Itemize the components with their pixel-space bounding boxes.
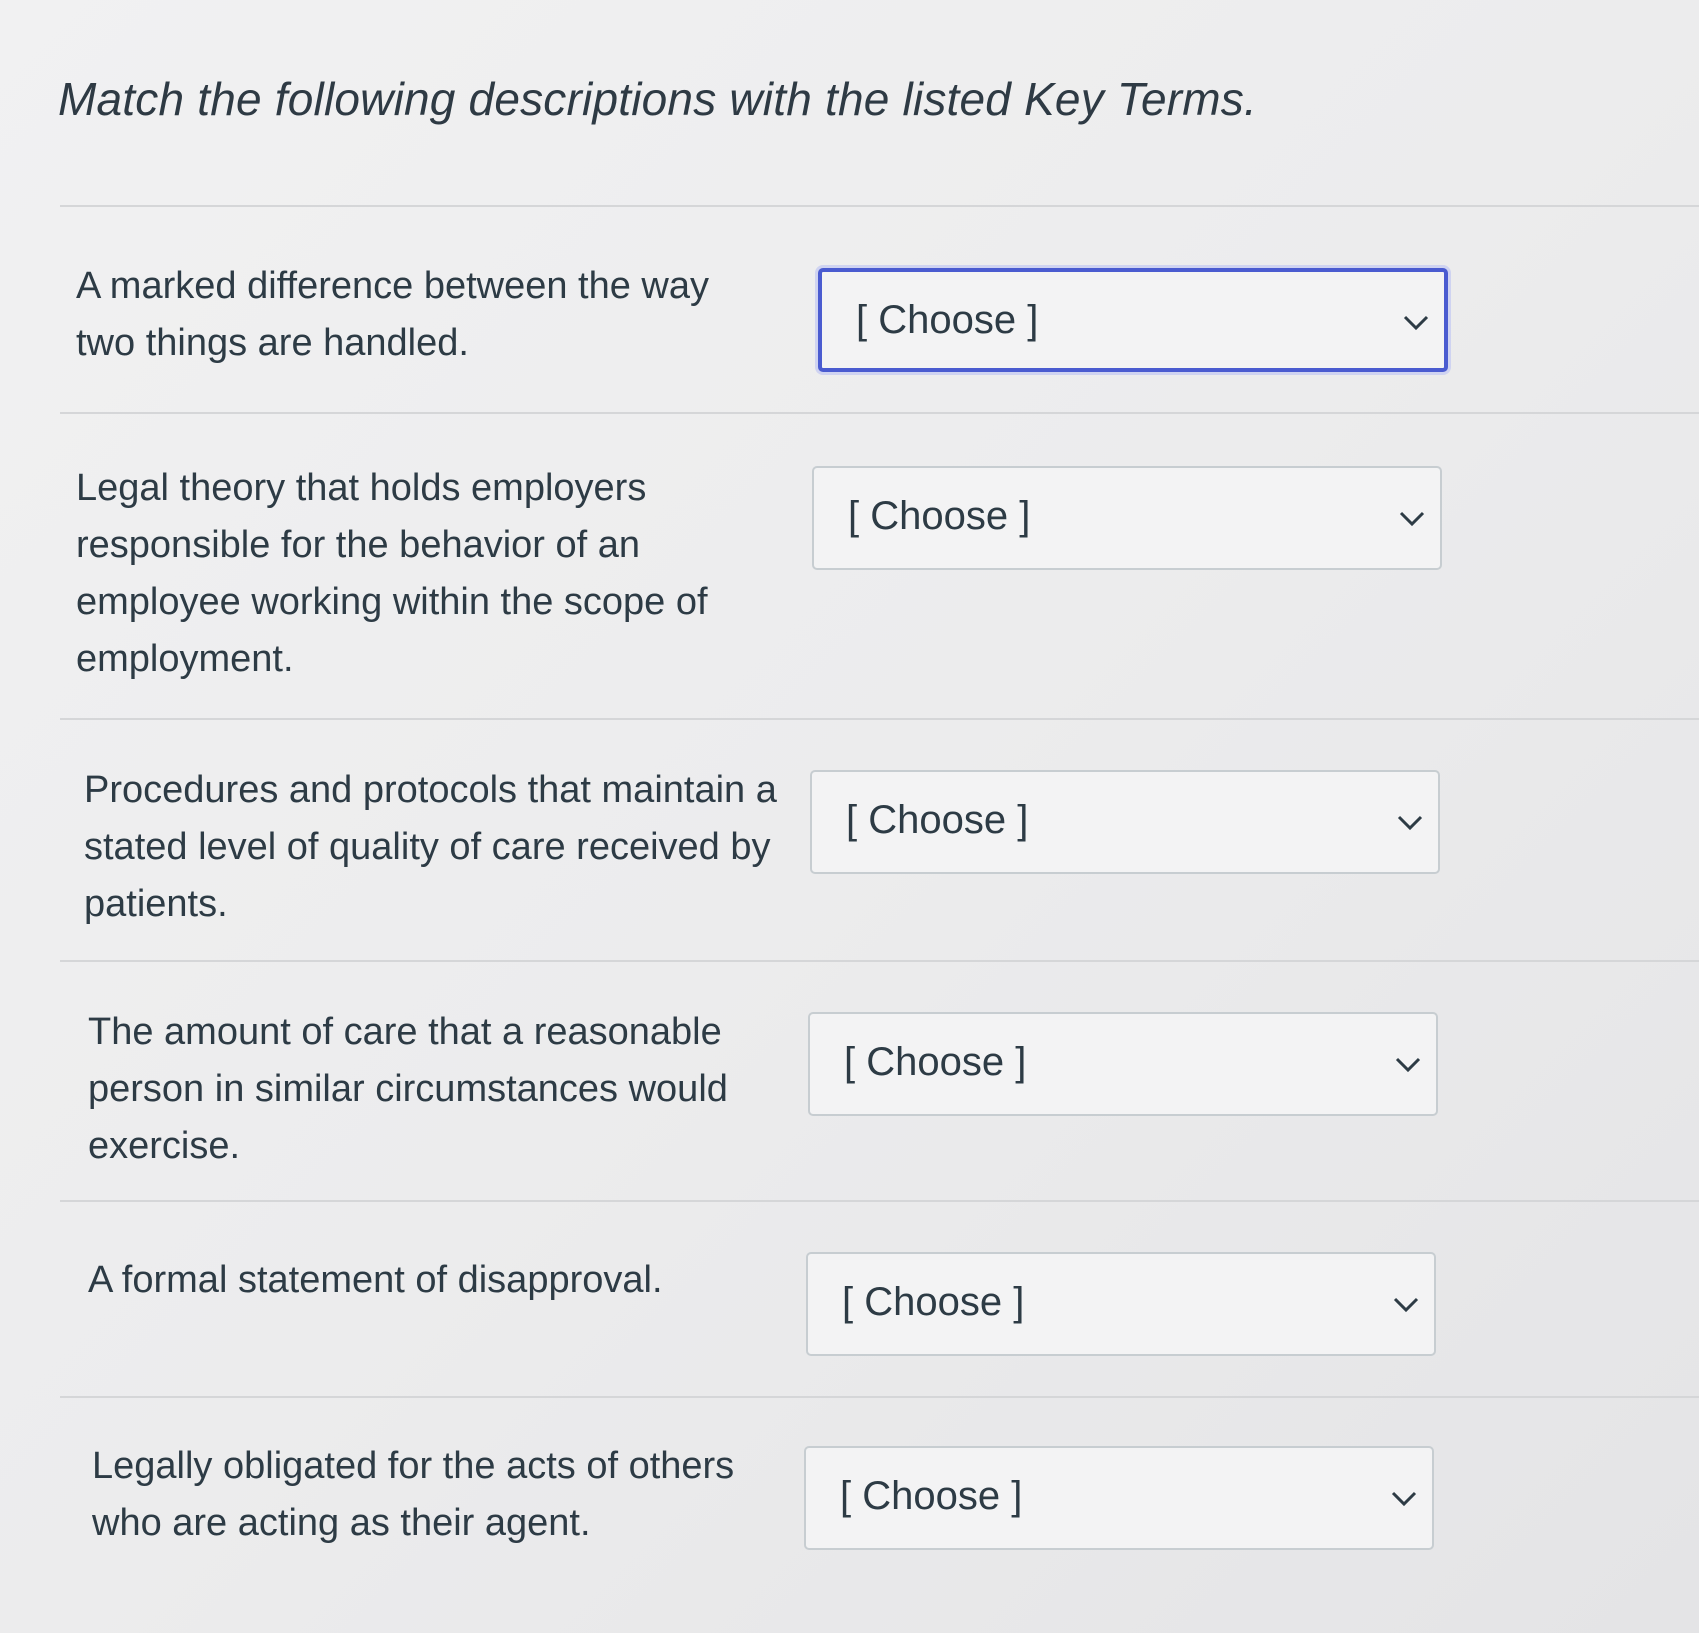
quiz-page: Match the following descriptions with th… bbox=[0, 0, 1699, 1633]
term-description: A marked difference between the way two … bbox=[76, 265, 710, 364]
key-term-select[interactable]: [ Choose ] bbox=[818, 268, 1448, 372]
select-value: [ Choose ] bbox=[848, 494, 1031, 538]
key-term-select[interactable]: [ Choose ] bbox=[812, 466, 1442, 570]
term-description: Legally obligated for the acts of others… bbox=[92, 1445, 735, 1544]
select-value: [ Choose ] bbox=[846, 798, 1029, 842]
term-description: A formal statement of disapproval. bbox=[88, 1259, 663, 1301]
select-value: [ Choose ] bbox=[844, 1040, 1027, 1084]
divider bbox=[60, 1396, 1699, 1398]
key-term-select[interactable]: [ Choose ] bbox=[808, 1012, 1438, 1116]
chevron-down-icon bbox=[1399, 511, 1425, 527]
divider bbox=[60, 205, 1699, 207]
divider bbox=[60, 412, 1699, 414]
divider bbox=[60, 1200, 1699, 1202]
select-value: [ Choose ] bbox=[840, 1474, 1023, 1518]
select-value: [ Choose ] bbox=[842, 1280, 1025, 1324]
term-description: Procedures and protocols that maintain a… bbox=[84, 769, 777, 925]
chevron-down-icon bbox=[1393, 1297, 1419, 1313]
chevron-down-icon bbox=[1397, 815, 1423, 831]
divider bbox=[60, 960, 1699, 962]
chevron-down-icon bbox=[1403, 315, 1429, 331]
question-title: Match the following descriptions with th… bbox=[58, 73, 1257, 125]
key-term-select[interactable]: [ Choose ] bbox=[804, 1446, 1434, 1550]
chevron-down-icon bbox=[1391, 1491, 1417, 1507]
divider bbox=[60, 718, 1699, 720]
key-term-select[interactable]: [ Choose ] bbox=[806, 1252, 1436, 1356]
select-value: [ Choose ] bbox=[856, 298, 1039, 342]
chevron-down-icon bbox=[1395, 1057, 1421, 1073]
key-term-select[interactable]: [ Choose ] bbox=[810, 770, 1440, 874]
term-description: Legal theory that holds employers respon… bbox=[76, 467, 708, 680]
term-description: The amount of care that a reasonable per… bbox=[88, 1011, 728, 1167]
